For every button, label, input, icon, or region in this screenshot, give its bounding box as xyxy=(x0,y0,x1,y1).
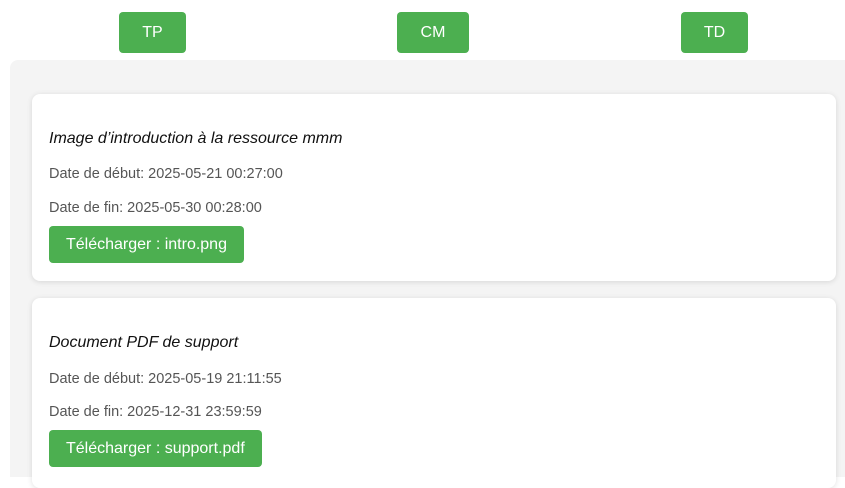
tab-td-button[interactable]: TD xyxy=(681,12,748,53)
resource-start-date: Date de début: 2025-05-21 00:27:00 xyxy=(49,166,283,182)
resource-end-date: Date de fin: 2025-12-31 23:59:59 xyxy=(49,404,262,420)
tab-tp-button[interactable]: TP xyxy=(119,12,186,53)
download-button[interactable]: Télécharger : intro.png xyxy=(49,226,244,263)
resource-start-date: Date de début: 2025-05-19 21:11:55 xyxy=(49,371,282,387)
resource-title: Document PDF de support xyxy=(49,334,239,351)
category-tabs: TP CM TD xyxy=(0,0,845,60)
resource-title: Image d’introduction à la ressource mmm xyxy=(49,130,343,147)
download-button[interactable]: Télécharger : support.pdf xyxy=(49,430,262,467)
tab-cm-button[interactable]: CM xyxy=(397,12,469,53)
resource-card: Image d’introduction à la ressource mmm … xyxy=(32,94,836,281)
resource-end-date: Date de fin: 2025-05-30 00:28:00 xyxy=(49,200,262,216)
resource-card: Document PDF de support Date de début: 2… xyxy=(32,298,836,488)
